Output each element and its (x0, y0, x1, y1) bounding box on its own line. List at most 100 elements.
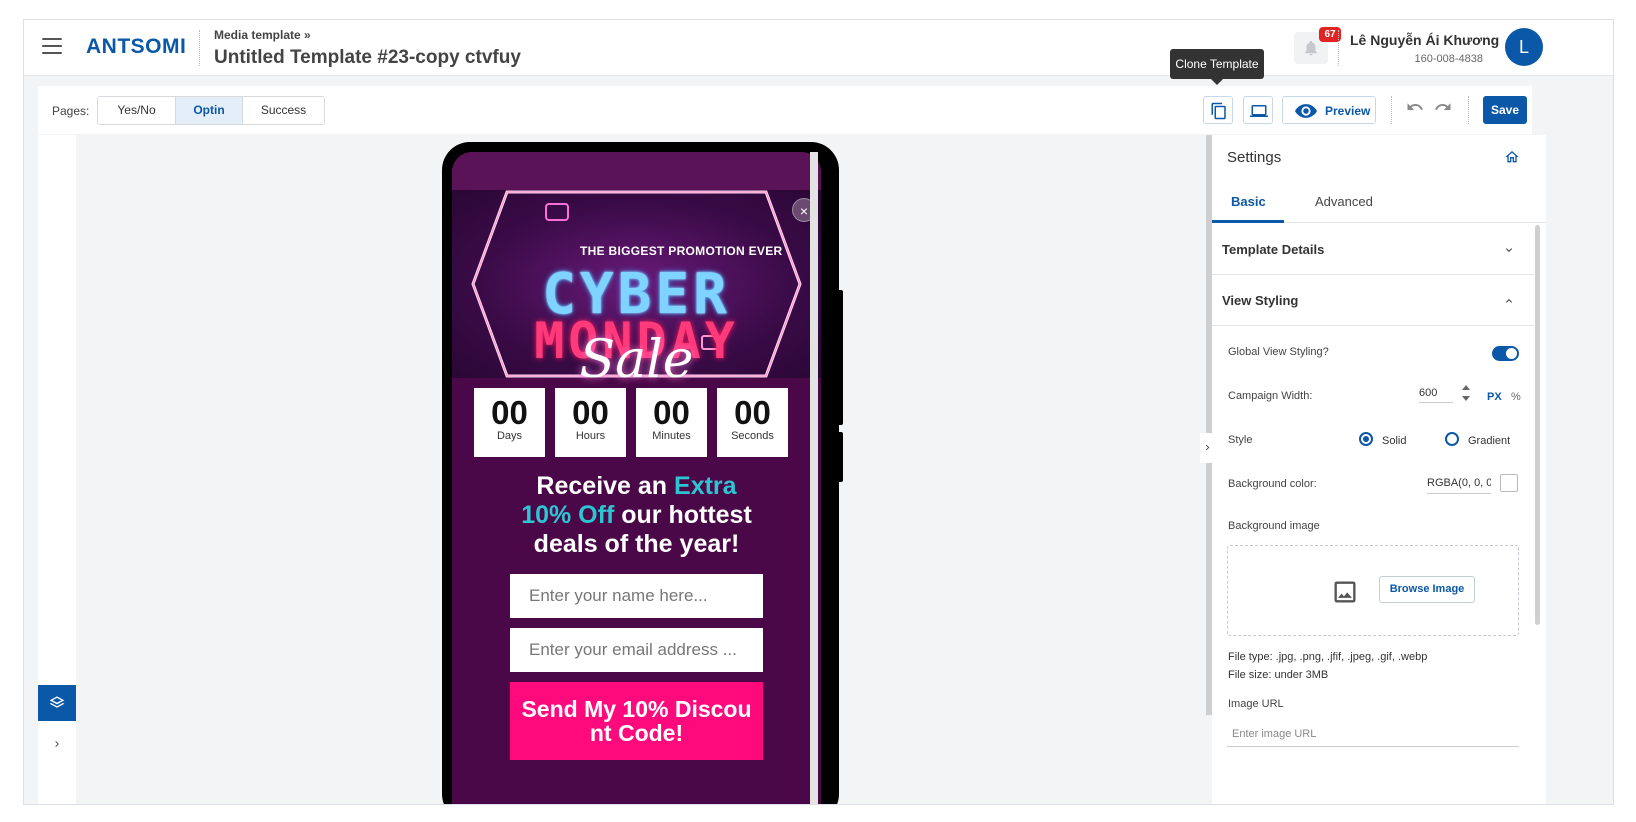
phone-side-button (837, 290, 843, 425)
home-icon[interactable] (1504, 149, 1520, 165)
countdown-label: Hours (575, 430, 606, 442)
menu-icon[interactable] (42, 38, 62, 54)
background-color-label: Background color: (1228, 478, 1317, 490)
editor-toolbar: Pages: Yes/No Optin Success Preview Save (38, 86, 1532, 134)
cyber-monday-banner[interactable]: THE BIGGEST PROMOTION EVER CYBER MONDAY … (452, 190, 821, 390)
eye-icon (1295, 104, 1317, 118)
page-tab-optin[interactable]: Optin (176, 97, 243, 124)
countdown-days: 00 Days (474, 388, 545, 457)
popup-headline[interactable]: Receive an Extra 10% Off our hottest dea… (452, 472, 821, 559)
email-input[interactable] (510, 628, 763, 672)
headline-text: our hottest (614, 501, 752, 529)
countdown-minutes: 00 Minutes (636, 388, 707, 457)
undo-icon[interactable] (1406, 100, 1424, 114)
section-template-details[interactable]: Template Details (1212, 224, 1534, 275)
brand-logo[interactable]: ANTSOMI (86, 35, 186, 59)
chevron-down-icon (1506, 248, 1512, 252)
page-tab-yes-no[interactable]: Yes/No (98, 97, 176, 124)
popup-preview[interactable]: THE BIGGEST PROMOTION EVER CYBER MONDAY … (452, 152, 821, 804)
clone-template-button[interactable] (1203, 96, 1233, 124)
user-name: Lê Nguyễn Ái Khương (1350, 32, 1500, 48)
global-view-styling-toggle[interactable] (1492, 346, 1519, 361)
campaign-width-input[interactable] (1419, 383, 1453, 403)
laptop-icon (1250, 105, 1268, 117)
design-canvas[interactable]: THE BIGGEST PROMOTION EVER CYBER MONDAY … (76, 135, 1206, 804)
copy-icon (1211, 102, 1226, 120)
countdown-value: 00 (572, 394, 609, 431)
phone-side-button (837, 432, 843, 482)
image-url-input[interactable] (1227, 721, 1519, 747)
settings-panel: Settings Basic Advanced Template Details… (1212, 135, 1546, 804)
image-drop-zone[interactable]: Browse Image (1227, 545, 1519, 636)
header-divider (1338, 30, 1339, 66)
tab-basic[interactable]: Basic (1231, 194, 1266, 209)
panel-scrollbar[interactable] (1535, 225, 1540, 625)
toolbar-divider (1468, 96, 1469, 124)
settings-title: Settings (1227, 149, 1282, 166)
background-image-label: Background image (1228, 520, 1320, 532)
countdown-hours: 00 Hours (555, 388, 626, 457)
global-view-styling-label: Global View Styling? (1228, 346, 1329, 358)
file-size-info: File size: under 3MB (1228, 669, 1329, 681)
style-solid-label[interactable]: Solid (1382, 435, 1406, 447)
avatar[interactable]: L (1505, 28, 1543, 66)
countdown-label: Days (496, 430, 523, 442)
campaign-width-label: Campaign Width: (1228, 390, 1313, 402)
page-title: Untitled Template #23-copy ctvfuy (214, 47, 521, 68)
countdown-value: 00 (653, 394, 690, 431)
style-gradient-label[interactable]: Gradient (1468, 435, 1510, 447)
headline-text: Receive an (536, 472, 675, 500)
countdown-label: Seconds (731, 430, 774, 442)
collapse-panel-button[interactable] (1200, 433, 1214, 463)
preview-button[interactable]: Preview (1282, 96, 1376, 124)
countdown-value: 00 (734, 394, 771, 431)
headline-text: deals of the year! (533, 530, 740, 558)
layers-button[interactable] (38, 685, 76, 721)
page-tabs: Yes/No Optin Success (97, 96, 325, 125)
left-rail (38, 135, 76, 804)
active-tab-indicator (1212, 220, 1284, 223)
breadcrumb[interactable]: Media template » (214, 28, 311, 42)
countdown-timer: 00 Days 00 Hours 00 Minutes 00 Seconds (474, 388, 798, 457)
unit-px-option[interactable]: PX (1487, 391, 1502, 403)
browse-image-button[interactable]: Browse Image (1379, 576, 1475, 603)
section-title: View Styling (1222, 293, 1299, 308)
layers-icon (49, 696, 65, 708)
clone-template-tooltip: Clone Template (1170, 49, 1264, 85)
chevron-right-icon (1205, 444, 1210, 451)
style-solid-radio[interactable] (1359, 432, 1373, 446)
headline-accent: 10% Off (521, 501, 615, 529)
name-input[interactable] (510, 574, 763, 618)
redo-icon[interactable] (1434, 100, 1452, 114)
bell-icon (1305, 40, 1317, 56)
style-gradient-radio[interactable] (1445, 432, 1459, 446)
tab-advanced[interactable]: Advanced (1315, 194, 1373, 209)
user-id: 160-008-4838 (1414, 53, 1483, 65)
pages-label: Pages: (52, 104, 90, 118)
page-tab-success[interactable]: Success (243, 97, 324, 124)
toolbar-divider (1391, 96, 1392, 124)
popup-top-bar (452, 152, 821, 190)
color-picker-swatch[interactable] (1500, 474, 1518, 492)
device-view-button[interactable] (1243, 96, 1273, 124)
background-color-input[interactable] (1427, 472, 1491, 494)
unit-percent-option[interactable]: % (1511, 391, 1521, 403)
section-view-styling[interactable]: View Styling (1212, 275, 1534, 326)
phone-scrollbar[interactable] (810, 152, 818, 804)
header-divider (199, 30, 200, 66)
app-window: ANTSOMI Media template » Untitled Templa… (23, 19, 1614, 805)
send-discount-button[interactable]: Send My 10% Discou nt Code! (510, 682, 763, 760)
countdown-value: 00 (491, 394, 528, 431)
width-stepper[interactable] (1460, 381, 1472, 405)
chevron-right-icon[interactable] (51, 738, 63, 750)
countdown-seconds: 00 Seconds (717, 388, 788, 457)
headline-accent: Extra (674, 472, 737, 500)
banner-sale-text: Sale (579, 330, 694, 390)
save-button[interactable]: Save (1483, 96, 1527, 124)
countdown-label: Minutes (652, 430, 691, 442)
section-title: Template Details (1222, 242, 1325, 257)
chevron-up-icon (1506, 299, 1512, 303)
phone-frame: THE BIGGEST PROMOTION EVER CYBER MONDAY … (442, 142, 839, 804)
image-url-label: Image URL (1228, 698, 1284, 710)
file-type-info: File type: .jpg, .png, .jfif, .jpeg, .gi… (1228, 651, 1428, 663)
